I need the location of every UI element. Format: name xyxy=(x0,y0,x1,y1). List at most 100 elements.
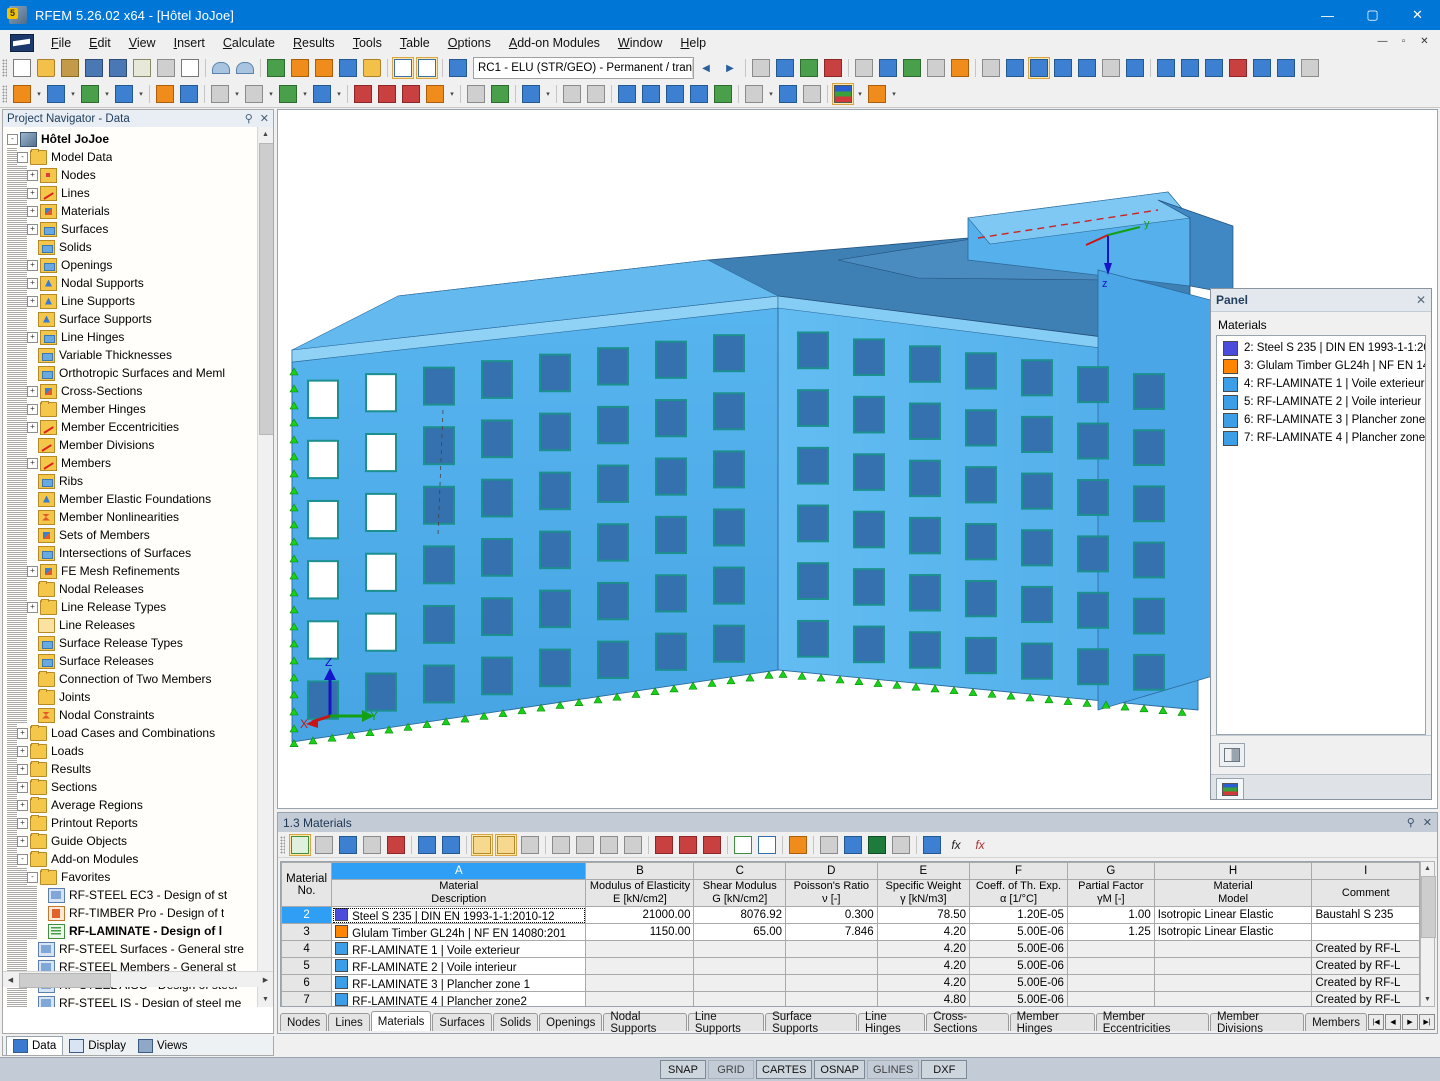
cell-poissons-ratio[interactable] xyxy=(786,975,878,992)
status-toggle-dxf[interactable]: DXF xyxy=(921,1060,967,1079)
hinge-dropdown-icon[interactable]: ▾ xyxy=(335,83,343,105)
work-plane-icon[interactable] xyxy=(1004,57,1026,79)
menu-item-insert[interactable]: Insert xyxy=(165,33,214,53)
rotate-icon[interactable] xyxy=(1179,57,1201,79)
mesh-settings-icon[interactable] xyxy=(925,57,947,79)
calculation-params-icon[interactable] xyxy=(877,57,899,79)
tree-item-cross-sections[interactable]: +Cross-Sections xyxy=(7,382,273,400)
table-tab-nodes[interactable]: Nodes xyxy=(280,1013,327,1031)
cell-partial-factor[interactable] xyxy=(1067,941,1154,958)
cell-partial-factor[interactable]: 1.25 xyxy=(1067,924,1154,941)
table-tab-line-hinges[interactable]: Line Hinges xyxy=(858,1013,925,1031)
grid-scroll-down-icon[interactable]: ▼ xyxy=(1421,993,1434,1006)
table-row[interactable]: 2Steel S 235 | DIN EN 1993-1-1:2010-1221… xyxy=(282,907,1420,924)
tree-item-surface-releases[interactable]: Surface Releases xyxy=(7,652,273,670)
previous-load-case-icon[interactable]: ◀ xyxy=(695,57,717,79)
results-on-off-icon[interactable] xyxy=(750,57,772,79)
tree-expander-icon[interactable]: + xyxy=(27,566,38,577)
grid-vertical-scrollbar[interactable]: ▲ ▼ xyxy=(1420,861,1435,1007)
cell-comment[interactable]: Baustahl S 235 xyxy=(1312,907,1420,924)
tree-expander-icon[interactable]: - xyxy=(17,152,28,163)
table-tab-surfaces[interactable]: Surfaces xyxy=(432,1013,491,1031)
new-opening-icon[interactable] xyxy=(178,83,200,105)
tree-item-guide-objects[interactable]: +Guide Objects xyxy=(7,832,273,850)
column-letter-G[interactable]: G xyxy=(1067,863,1154,880)
cell-thermal-expansion[interactable]: 5.00E-06 xyxy=(970,941,1068,958)
legend-item[interactable]: 2: Steel S 235 | DIN EN 1993-1-1:20 xyxy=(1219,339,1423,357)
column-letter-B[interactable]: B xyxy=(586,863,694,880)
line-dropdown-icon[interactable]: ▾ xyxy=(69,83,77,105)
materials-table[interactable]: MaterialNo.ABCDEFGHI MaterialDescription… xyxy=(281,862,1420,1007)
table-tab-member-divisions[interactable]: Member Divisions xyxy=(1210,1013,1304,1031)
navigator-tab-data[interactable]: Data xyxy=(6,1036,63,1055)
column-letter-F[interactable]: F xyxy=(970,863,1068,880)
show-grid-icon[interactable] xyxy=(416,57,438,79)
node-dropdown-icon[interactable]: ▾ xyxy=(35,83,43,105)
menu-item-tools[interactable]: Tools xyxy=(344,33,391,53)
row-number[interactable]: 7 xyxy=(282,992,332,1008)
table-columns-icon[interactable] xyxy=(732,834,754,856)
tree-item-sections[interactable]: +Sections xyxy=(7,778,273,796)
tree-expander-icon[interactable]: + xyxy=(27,260,38,271)
tree-item-favorites[interactable]: -Favorites xyxy=(7,868,273,886)
tree-item-add-on-modules[interactable]: -Add-on Modules xyxy=(7,850,273,868)
line-support-icon[interactable] xyxy=(243,83,265,105)
tree-item-line-hinges[interactable]: +Line Hinges xyxy=(7,328,273,346)
table-comment-icon[interactable] xyxy=(818,834,840,856)
table-delete-row-icon[interactable] xyxy=(653,834,675,856)
table-next-icon[interactable] xyxy=(440,834,462,856)
row-number[interactable]: 5 xyxy=(282,958,332,975)
status-toggle-osnap[interactable]: OSNAP xyxy=(814,1060,865,1079)
cell-material-model[interactable]: Isotropic Linear Elastic xyxy=(1154,924,1312,941)
mirror-icon[interactable] xyxy=(1203,57,1225,79)
table-units-icon[interactable] xyxy=(921,834,943,856)
cell-thermal-expansion[interactable]: 5.00E-06 xyxy=(970,992,1068,1008)
tree-item-line-release-types[interactable]: +Line Release Types xyxy=(7,598,273,616)
table-tab-materials[interactable]: Materials xyxy=(371,1011,432,1031)
tree-expander-icon[interactable]: + xyxy=(27,278,38,289)
table-row[interactable]: 6RF-LAMINATE 3 | Plancher zone 14.205.00… xyxy=(282,975,1420,992)
cell-shear-modulus[interactable] xyxy=(694,992,786,1008)
cell-material-description[interactable]: RF-LAMINATE 4 | Plancher zone2 xyxy=(332,992,586,1008)
tree-item-lines[interactable]: +Lines xyxy=(7,184,273,202)
legend-item[interactable]: 6: RF-LAMINATE 3 | Plancher zone 1 xyxy=(1219,411,1423,429)
table-sort-icon[interactable] xyxy=(361,834,383,856)
table-delete-left-icon[interactable] xyxy=(677,834,699,856)
tree-item-member-elastic-foundations[interactable]: Member Elastic Foundations xyxy=(7,490,273,508)
tree-expander-icon[interactable]: + xyxy=(27,206,38,217)
tree-vertical-scrollbar[interactable]: ▲ ▼ xyxy=(257,127,273,1007)
table-row[interactable]: 5RF-LAMINATE 2 | Voile interieur4.205.00… xyxy=(282,958,1420,975)
tree-item-surface-release-types[interactable]: Surface Release Types xyxy=(7,634,273,652)
cell-thermal-expansion[interactable]: 5.00E-06 xyxy=(970,924,1068,941)
linesupport-dropdown-icon[interactable]: ▾ xyxy=(267,83,275,105)
table-tab-member-eccentricities[interactable]: Member Eccentricities xyxy=(1096,1013,1209,1031)
calculate-icon[interactable] xyxy=(853,57,875,79)
display-nodes-icon[interactable] xyxy=(616,83,638,105)
dimension-icon[interactable] xyxy=(465,83,487,105)
table-add-icon[interactable] xyxy=(550,834,572,856)
cell-material-model[interactable]: Isotropic Linear Elastic xyxy=(1154,907,1312,924)
cell-specific-weight[interactable]: 4.20 xyxy=(877,958,969,975)
colors-dropdown-icon[interactable]: ▾ xyxy=(856,83,864,105)
mdi-close-button[interactable]: ✕ xyxy=(1415,32,1434,50)
tree-item-nodal-constraints[interactable]: Nodal Constraints xyxy=(7,706,273,724)
cell-poissons-ratio[interactable] xyxy=(786,992,878,1008)
menu-item-add-on-modules[interactable]: Add-on Modules xyxy=(500,33,609,53)
tree-expander-icon[interactable]: - xyxy=(17,854,28,865)
tree-scroll-thumb[interactable] xyxy=(259,143,273,435)
status-toggle-grid[interactable]: GRID xyxy=(708,1060,754,1079)
tree-item-line-supports[interactable]: +Line Supports xyxy=(7,292,273,310)
cell-thermal-expansion[interactable]: 5.00E-06 xyxy=(970,975,1068,992)
tree-hscroll-thumb[interactable] xyxy=(19,973,111,988)
tree-expander-icon[interactable]: + xyxy=(17,764,28,775)
navigator-tab-display[interactable]: Display xyxy=(63,1037,132,1055)
new-line-icon[interactable] xyxy=(45,83,67,105)
column-letter-D[interactable]: D xyxy=(786,863,878,880)
tree-expander-icon[interactable]: + xyxy=(17,728,28,739)
status-toggle-glines[interactable]: GLINES xyxy=(867,1060,919,1079)
table-delete-right-icon[interactable] xyxy=(701,834,723,856)
tree-horizontal-scrollbar[interactable]: ◀ ▶ xyxy=(3,971,273,987)
guideline-icon[interactable] xyxy=(520,83,542,105)
table-pin-icon[interactable]: ⚲ xyxy=(1407,816,1415,829)
section-icon[interactable] xyxy=(777,83,799,105)
